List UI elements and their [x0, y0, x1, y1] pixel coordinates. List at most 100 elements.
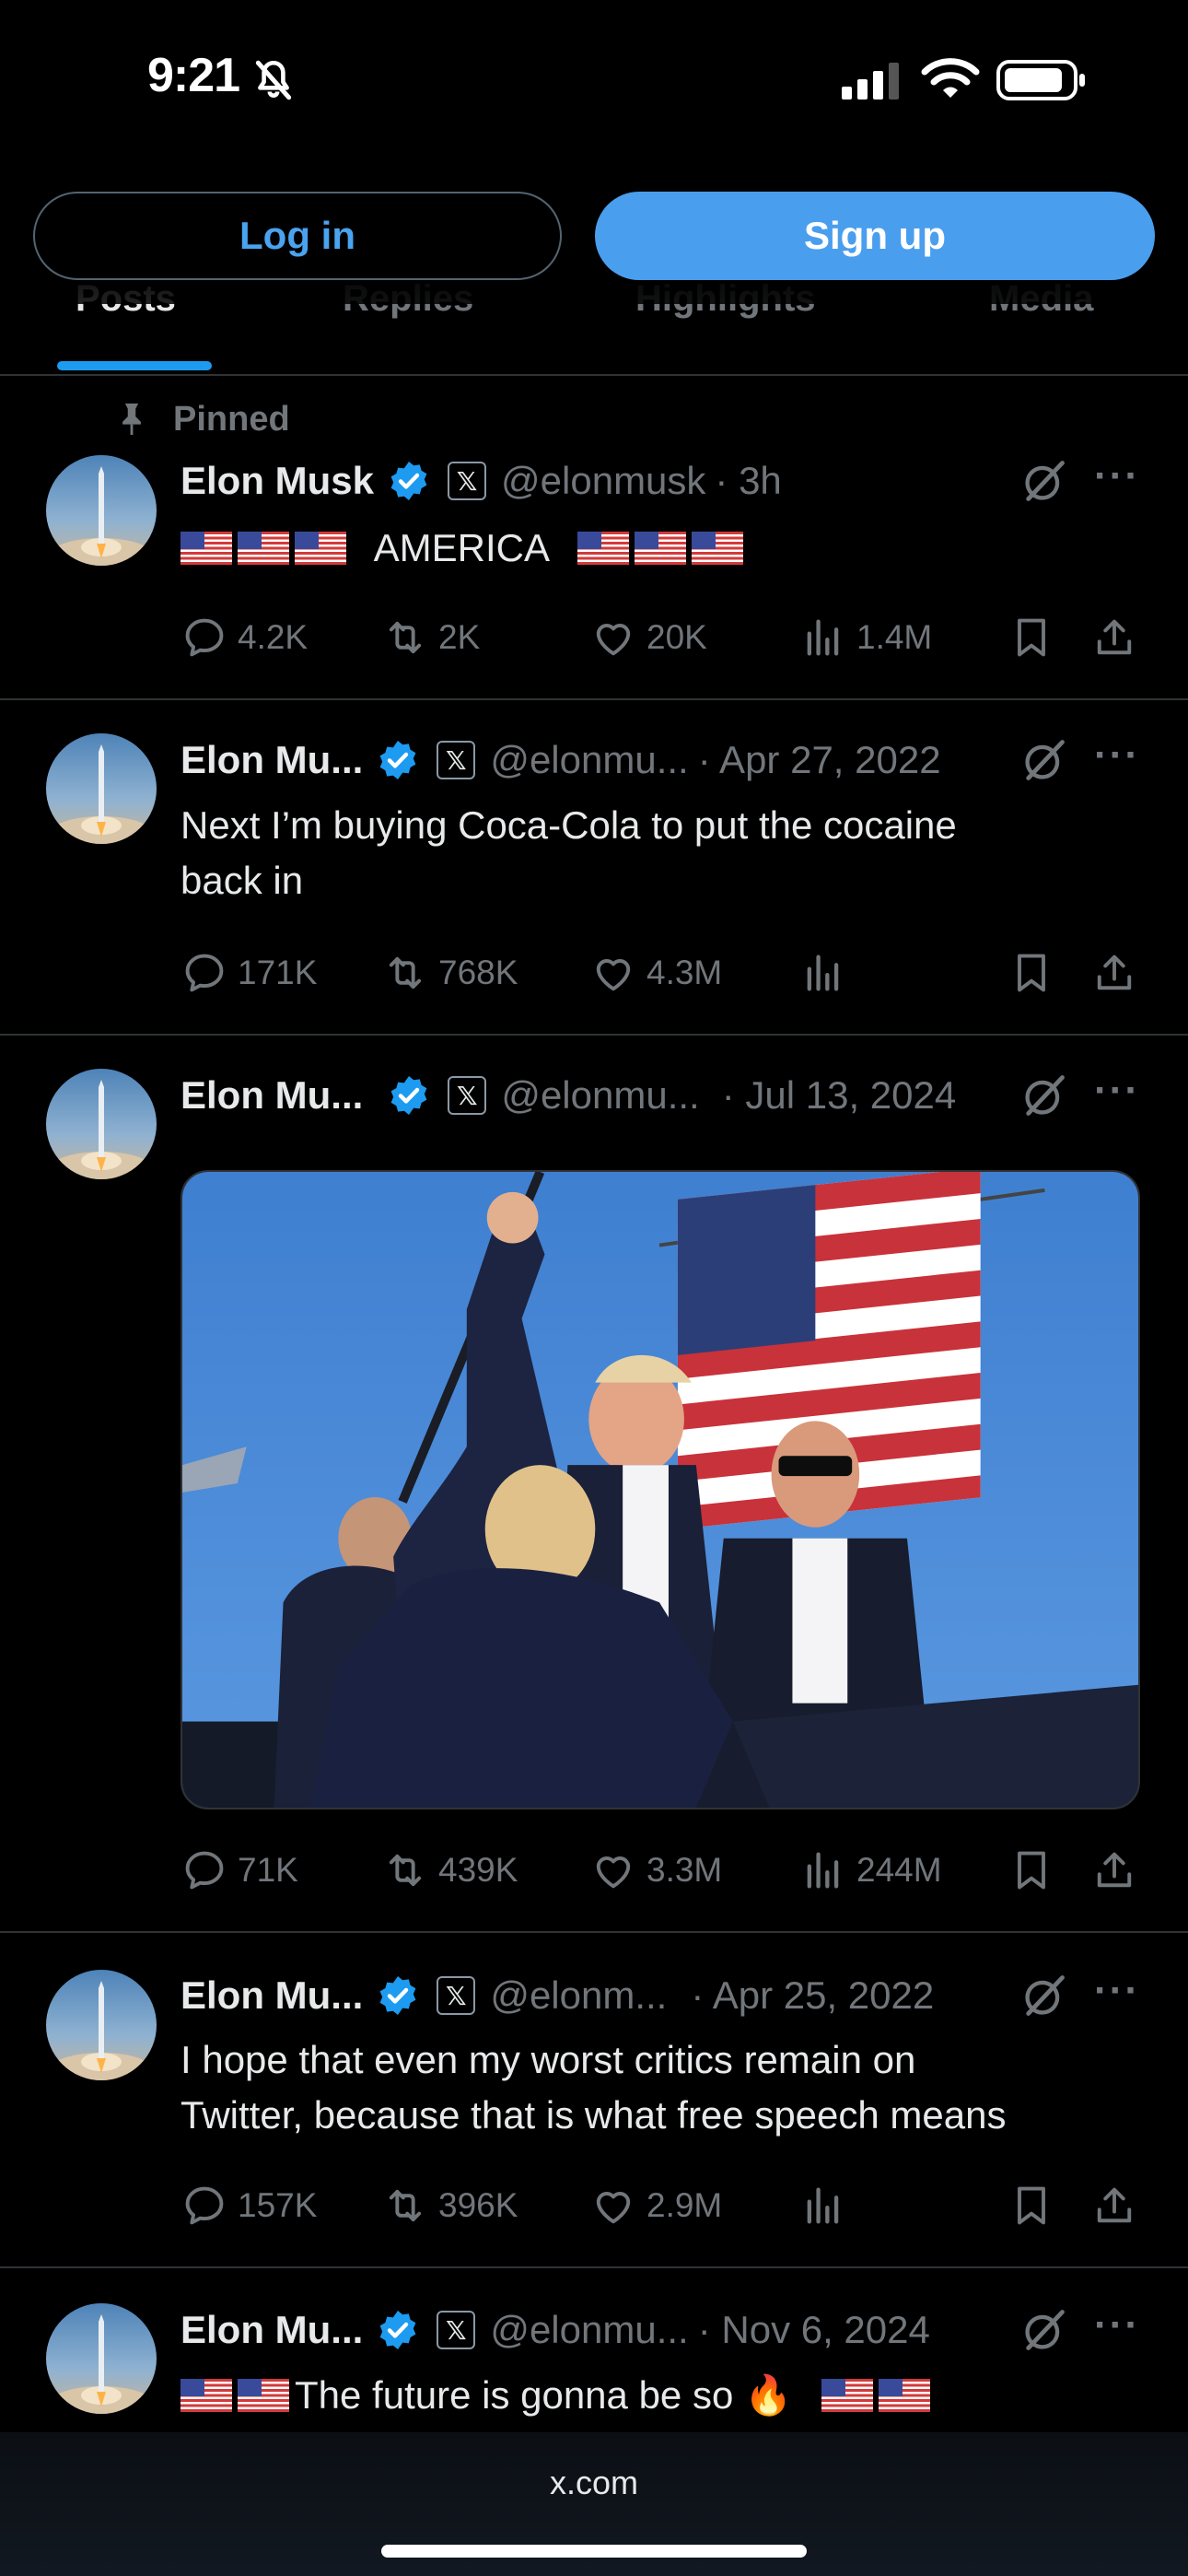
post-time[interactable]: · 3h	[715, 459, 781, 503]
repost-button[interactable]: 396K	[381, 2178, 518, 2233]
views-button[interactable]	[799, 945, 856, 1001]
share-button[interactable]	[1090, 945, 1147, 1001]
repost-count: 396K	[438, 2186, 518, 2224]
grok-icon[interactable]	[1020, 736, 1068, 784]
views-icon	[799, 1846, 847, 1894]
share-button[interactable]	[1090, 1843, 1147, 1898]
us-flag-icon	[692, 532, 743, 565]
post-text: Next I’m buying Coca-Cola to put the coc…	[181, 798, 1138, 908]
post-header: Elon Mu... 𝕏 @elonmu... · Jul 13, 2024	[181, 1068, 956, 1123]
more-options-icon[interactable]: ···	[1094, 1068, 1140, 1114]
more-options-icon[interactable]: ···	[1094, 2302, 1140, 2348]
repost-count: 439K	[438, 1851, 518, 1889]
reply-button[interactable]: 71K	[181, 1843, 298, 1898]
verified-badge-icon	[376, 2308, 420, 2352]
x-affiliation-icon: 𝕏	[437, 1976, 476, 2015]
avatar[interactable]	[46, 2303, 157, 2414]
post[interactable]	[0, 2268, 1188, 2453]
like-button[interactable]: 3.3M	[589, 1843, 722, 1898]
repost-count: 768K	[438, 954, 518, 991]
address-bar[interactable]: x.com	[0, 2464, 1188, 2502]
bookmark-icon	[1007, 1846, 1055, 1894]
us-flag-icon	[238, 532, 289, 565]
post-actions: 171K 768K 4.3M	[181, 945, 1147, 1001]
auth-bar: Log in Sign up	[0, 175, 1188, 304]
like-button[interactable]: 4.3M	[589, 945, 722, 1001]
avatar[interactable]	[46, 733, 157, 844]
home-indicator[interactable]	[381, 2545, 807, 2558]
post-header: Elon Mu... 𝕏 @elonmu... · Apr 27, 2022	[181, 732, 941, 788]
verified-badge-icon	[376, 1973, 420, 2018]
more-options-icon[interactable]: ···	[1094, 453, 1140, 499]
author-handle[interactable]: @elonmu...	[490, 2308, 688, 2352]
author-name[interactable]: Elon Mu...	[181, 2308, 363, 2352]
us-flag-icon	[879, 2379, 930, 2412]
bookmark-icon	[1007, 949, 1055, 997]
like-button[interactable]: 2.9M	[589, 2178, 722, 2233]
verified-badge-icon	[387, 1073, 431, 1118]
author-handle[interactable]: @elonmu...	[490, 738, 688, 782]
post-photo[interactable]	[181, 1170, 1140, 1809]
author-name[interactable]: Elon Mu...	[181, 738, 363, 782]
bookmark-button[interactable]	[1007, 1843, 1065, 1898]
repost-icon	[381, 2182, 429, 2230]
bookmark-button[interactable]	[1007, 945, 1065, 1001]
reply-icon	[181, 949, 228, 997]
more-options-icon[interactable]: ···	[1094, 1968, 1140, 2014]
post-time[interactable]: · Apr 25, 2022	[691, 1973, 934, 2018]
share-button[interactable]	[1090, 2178, 1147, 2233]
post-time[interactable]: · Jul 13, 2024	[722, 1073, 957, 1118]
reply-button[interactable]: 4.2K	[181, 610, 308, 665]
repost-button[interactable]: 2K	[381, 610, 480, 665]
repost-button[interactable]: 439K	[381, 1843, 518, 1898]
x-affiliation-icon: 𝕏	[437, 2311, 476, 2349]
post-time[interactable]: · Nov 6, 2024	[698, 2308, 930, 2352]
us-flag-icon	[821, 2379, 873, 2412]
views-button[interactable]: 1.4M	[799, 610, 932, 665]
share-icon	[1090, 2182, 1138, 2230]
bookmark-button[interactable]	[1007, 2178, 1065, 2233]
reply-button[interactable]: 171K	[181, 945, 317, 1001]
bookmark-button[interactable]	[1007, 610, 1065, 665]
post-text-line: back in	[181, 859, 304, 902]
repost-icon	[381, 614, 429, 662]
like-count: 20K	[646, 618, 707, 656]
like-button[interactable]: 20K	[589, 610, 707, 665]
grok-icon[interactable]	[1020, 457, 1068, 505]
like-count: 2.9M	[646, 2186, 723, 2224]
post-text-line: Next I’m buying Coca-Cola to put the coc…	[181, 803, 957, 847]
author-name[interactable]: Elon Mu...	[181, 1973, 363, 2018]
views-icon	[799, 949, 847, 997]
reply-icon	[181, 614, 228, 662]
author-name[interactable]: Elon Musk	[181, 459, 374, 503]
author-handle[interactable]: @elonm...	[490, 1973, 667, 2018]
grok-icon[interactable]	[1020, 1071, 1068, 1119]
post-text-body: AMERICA	[373, 526, 551, 569]
reply-button[interactable]: 157K	[181, 2178, 317, 2233]
grok-icon[interactable]	[1020, 2306, 1068, 2354]
post-text-line: Twitter, because that is what free speec…	[181, 2093, 1007, 2137]
avatar[interactable]	[46, 455, 157, 566]
author-name[interactable]: Elon Mu...	[181, 1073, 363, 1118]
post-text: I hope that even my worst critics remain…	[181, 2032, 1138, 2143]
avatar[interactable]	[46, 1970, 157, 2080]
more-options-icon[interactable]: ···	[1094, 732, 1140, 779]
status-bar: 9:21	[0, 0, 1188, 157]
post-actions: 71K 439K 3.3M 244M	[181, 1843, 1147, 1898]
x-affiliation-icon: 𝕏	[437, 741, 476, 779]
share-button[interactable]	[1090, 610, 1147, 665]
views-button[interactable]: 244M	[799, 1843, 942, 1898]
views-button[interactable]	[799, 2178, 856, 2233]
repost-icon	[381, 1846, 429, 1894]
repost-button[interactable]: 768K	[381, 945, 518, 1001]
signup-button[interactable]: Sign up	[595, 192, 1155, 280]
repost-icon	[381, 949, 429, 997]
browser-bar: x.com	[0, 2432, 1188, 2576]
like-icon	[589, 1846, 637, 1894]
avatar[interactable]	[46, 1069, 157, 1179]
author-handle[interactable]: @elonmu...	[501, 1073, 699, 1118]
grok-icon[interactable]	[1020, 1972, 1068, 2020]
login-button[interactable]: Log in	[33, 192, 562, 280]
author-handle[interactable]: @elonmusk	[501, 459, 705, 503]
post-time[interactable]: · Apr 27, 2022	[698, 738, 941, 782]
